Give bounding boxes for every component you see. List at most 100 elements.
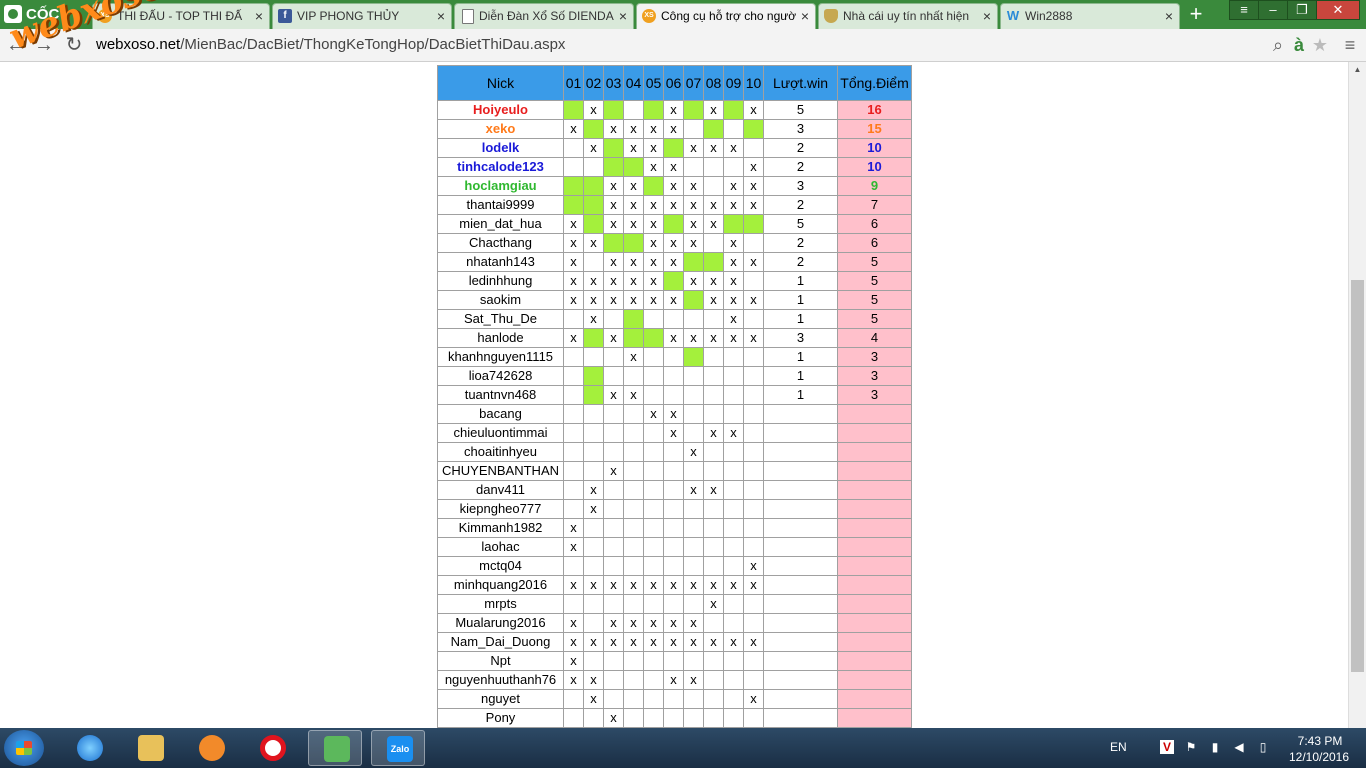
bookmark-star-icon[interactable]: ★ — [1308, 33, 1332, 57]
nick-cell[interactable]: ledinhhung — [437, 271, 564, 291]
tab-close-icon[interactable]: × — [1165, 4, 1173, 28]
miss-cell: x — [723, 309, 744, 329]
battery-icon[interactable]: ▯ — [1256, 740, 1270, 754]
clock-time[interactable]: 7:43 PM — [1290, 734, 1350, 748]
action-center-flag-icon[interactable]: ⚑ — [1184, 740, 1198, 754]
nick-cell[interactable]: CHUYENBANTHAN — [437, 461, 564, 481]
nick-cell[interactable]: saokim — [437, 290, 564, 310]
tab-close-icon[interactable]: × — [437, 4, 445, 28]
nick-cell[interactable]: Kimmanh1982 — [437, 518, 564, 538]
address-bar[interactable]: webxoso.net/MienBac/DacBiet/ThongKeTongH… — [96, 33, 1336, 57]
clock-date[interactable]: 12/10/2016 — [1284, 750, 1354, 764]
miss-cell: x — [623, 347, 644, 367]
wins-cell: 1 — [763, 271, 838, 291]
nick-cell[interactable]: Npt — [437, 651, 564, 671]
nick-cell[interactable]: lioa742628 — [437, 366, 564, 386]
taskbar-media-player[interactable] — [184, 730, 238, 766]
menu-icon[interactable]: ≡ — [1338, 33, 1362, 57]
tab-5[interactable]: Nhà cái uy tín nhất hiện × — [818, 3, 998, 29]
nick-cell[interactable]: thantai9999 — [437, 195, 564, 215]
nick-cell[interactable]: bacang — [437, 404, 564, 424]
taskbar-zalo[interactable]: Zalo — [371, 730, 425, 766]
taskbar-coccoc[interactable] — [308, 730, 362, 766]
nick-cell[interactable]: tinhcalode123 — [437, 157, 564, 177]
window-menu-button[interactable]: ≡ — [1229, 0, 1259, 20]
nick-cell[interactable]: Sat_Thu_De — [437, 309, 564, 329]
volume-icon[interactable]: ◀ — [1232, 740, 1246, 754]
tab-close-icon[interactable]: × — [255, 4, 263, 28]
vietkey-icon[interactable]: V — [1160, 740, 1174, 754]
wins-cell: 2 — [763, 195, 838, 215]
hit-cell — [743, 214, 764, 234]
tab-4[interactable]: XS Công cụ hỗ trợ cho ngườ × — [636, 3, 816, 29]
scroll-up-arrow-icon[interactable]: ▲ — [1349, 62, 1366, 78]
empty-cell — [623, 708, 644, 728]
tab-3[interactable]: Diễn Đàn Xổ Số DIENDA × — [454, 3, 634, 29]
empty-cell — [723, 708, 744, 728]
start-button[interactable] — [4, 730, 44, 766]
hit-cell — [603, 100, 624, 120]
nick-cell[interactable]: mctq04 — [437, 556, 564, 576]
nick-cell[interactable]: Nam_Dai_Duong — [437, 632, 564, 652]
new-tab-button[interactable]: + — [1186, 3, 1206, 25]
vertical-scrollbar[interactable]: ▲ — [1348, 62, 1366, 728]
file-explorer-icon — [138, 735, 164, 761]
taskbar-opera[interactable] — [245, 730, 299, 766]
nick-cell[interactable]: Mualarung2016 — [437, 613, 564, 633]
empty-cell — [623, 461, 644, 481]
nick-cell[interactable]: kiepngheo777 — [437, 499, 564, 519]
empty-cell — [603, 651, 624, 671]
nick-cell[interactable]: xeko — [437, 119, 564, 139]
hit-cell — [603, 233, 624, 253]
nick-cell[interactable]: mrpts — [437, 594, 564, 614]
nick-cell[interactable]: khanhnguyen1115 — [437, 347, 564, 367]
empty-cell — [603, 309, 624, 329]
nick-cell[interactable]: nhatanh143 — [437, 252, 564, 272]
empty-cell — [703, 556, 724, 576]
nick-cell[interactable]: nguyenhuuthanh76 — [437, 670, 564, 690]
nick-cell[interactable]: laohac — [437, 537, 564, 557]
nick-cell[interactable]: mien_dat_hua — [437, 214, 564, 234]
nick-cell[interactable]: choaitinhyeu — [437, 442, 564, 462]
empty-cell — [563, 309, 584, 329]
table-row: bacang x x — [437, 404, 912, 424]
minimize-button[interactable]: – — [1258, 0, 1288, 20]
language-indicator[interactable]: EN — [1110, 740, 1127, 754]
close-window-button[interactable]: ✕ — [1316, 0, 1360, 20]
nick-cell[interactable]: nguyet — [437, 689, 564, 709]
maximize-button[interactable]: ❐ — [1287, 0, 1317, 20]
scroll-thumb[interactable] — [1351, 280, 1364, 672]
hit-cell — [663, 271, 684, 291]
nick-cell[interactable]: Chacthang — [437, 233, 564, 253]
nick-cell[interactable]: hoclamgiau — [437, 176, 564, 196]
tab-6[interactable]: W Win2888 × — [1000, 3, 1180, 29]
nick-cell[interactable]: chieuluontimmai — [437, 423, 564, 443]
tab-close-icon[interactable]: × — [801, 4, 809, 28]
empty-cell — [583, 347, 604, 367]
tab-close-icon[interactable]: × — [983, 4, 991, 28]
nick-cell[interactable]: minhquang2016 — [437, 575, 564, 595]
empty-cell — [643, 594, 664, 614]
miss-cell: x — [663, 404, 684, 424]
empty-cell — [643, 651, 664, 671]
miss-cell: x — [643, 613, 664, 633]
empty-cell — [563, 689, 584, 709]
tab-close-icon[interactable]: × — [619, 4, 627, 28]
empty-cell — [623, 651, 644, 671]
empty-cell — [583, 556, 604, 576]
nick-cell[interactable]: Pony — [437, 708, 564, 728]
empty-cell — [743, 518, 764, 538]
points-cell: 15 — [837, 119, 912, 139]
nick-cell[interactable]: danv411 — [437, 480, 564, 500]
empty-cell — [683, 119, 704, 139]
network-signal-icon[interactable]: ▮ — [1208, 740, 1222, 754]
empty-cell — [603, 480, 624, 500]
nick-cell[interactable]: Hoiyeulo — [437, 100, 564, 120]
nick-cell[interactable]: hanlode — [437, 328, 564, 348]
taskbar-explorer[interactable] — [123, 730, 177, 766]
taskbar-ie[interactable] — [62, 730, 116, 766]
miss-cell: x — [643, 119, 664, 139]
tab-2[interactable]: f VIP PHONG THỦY × — [272, 3, 452, 29]
nick-cell[interactable]: lodelk — [437, 138, 564, 158]
nick-cell[interactable]: tuantnvn468 — [437, 385, 564, 405]
